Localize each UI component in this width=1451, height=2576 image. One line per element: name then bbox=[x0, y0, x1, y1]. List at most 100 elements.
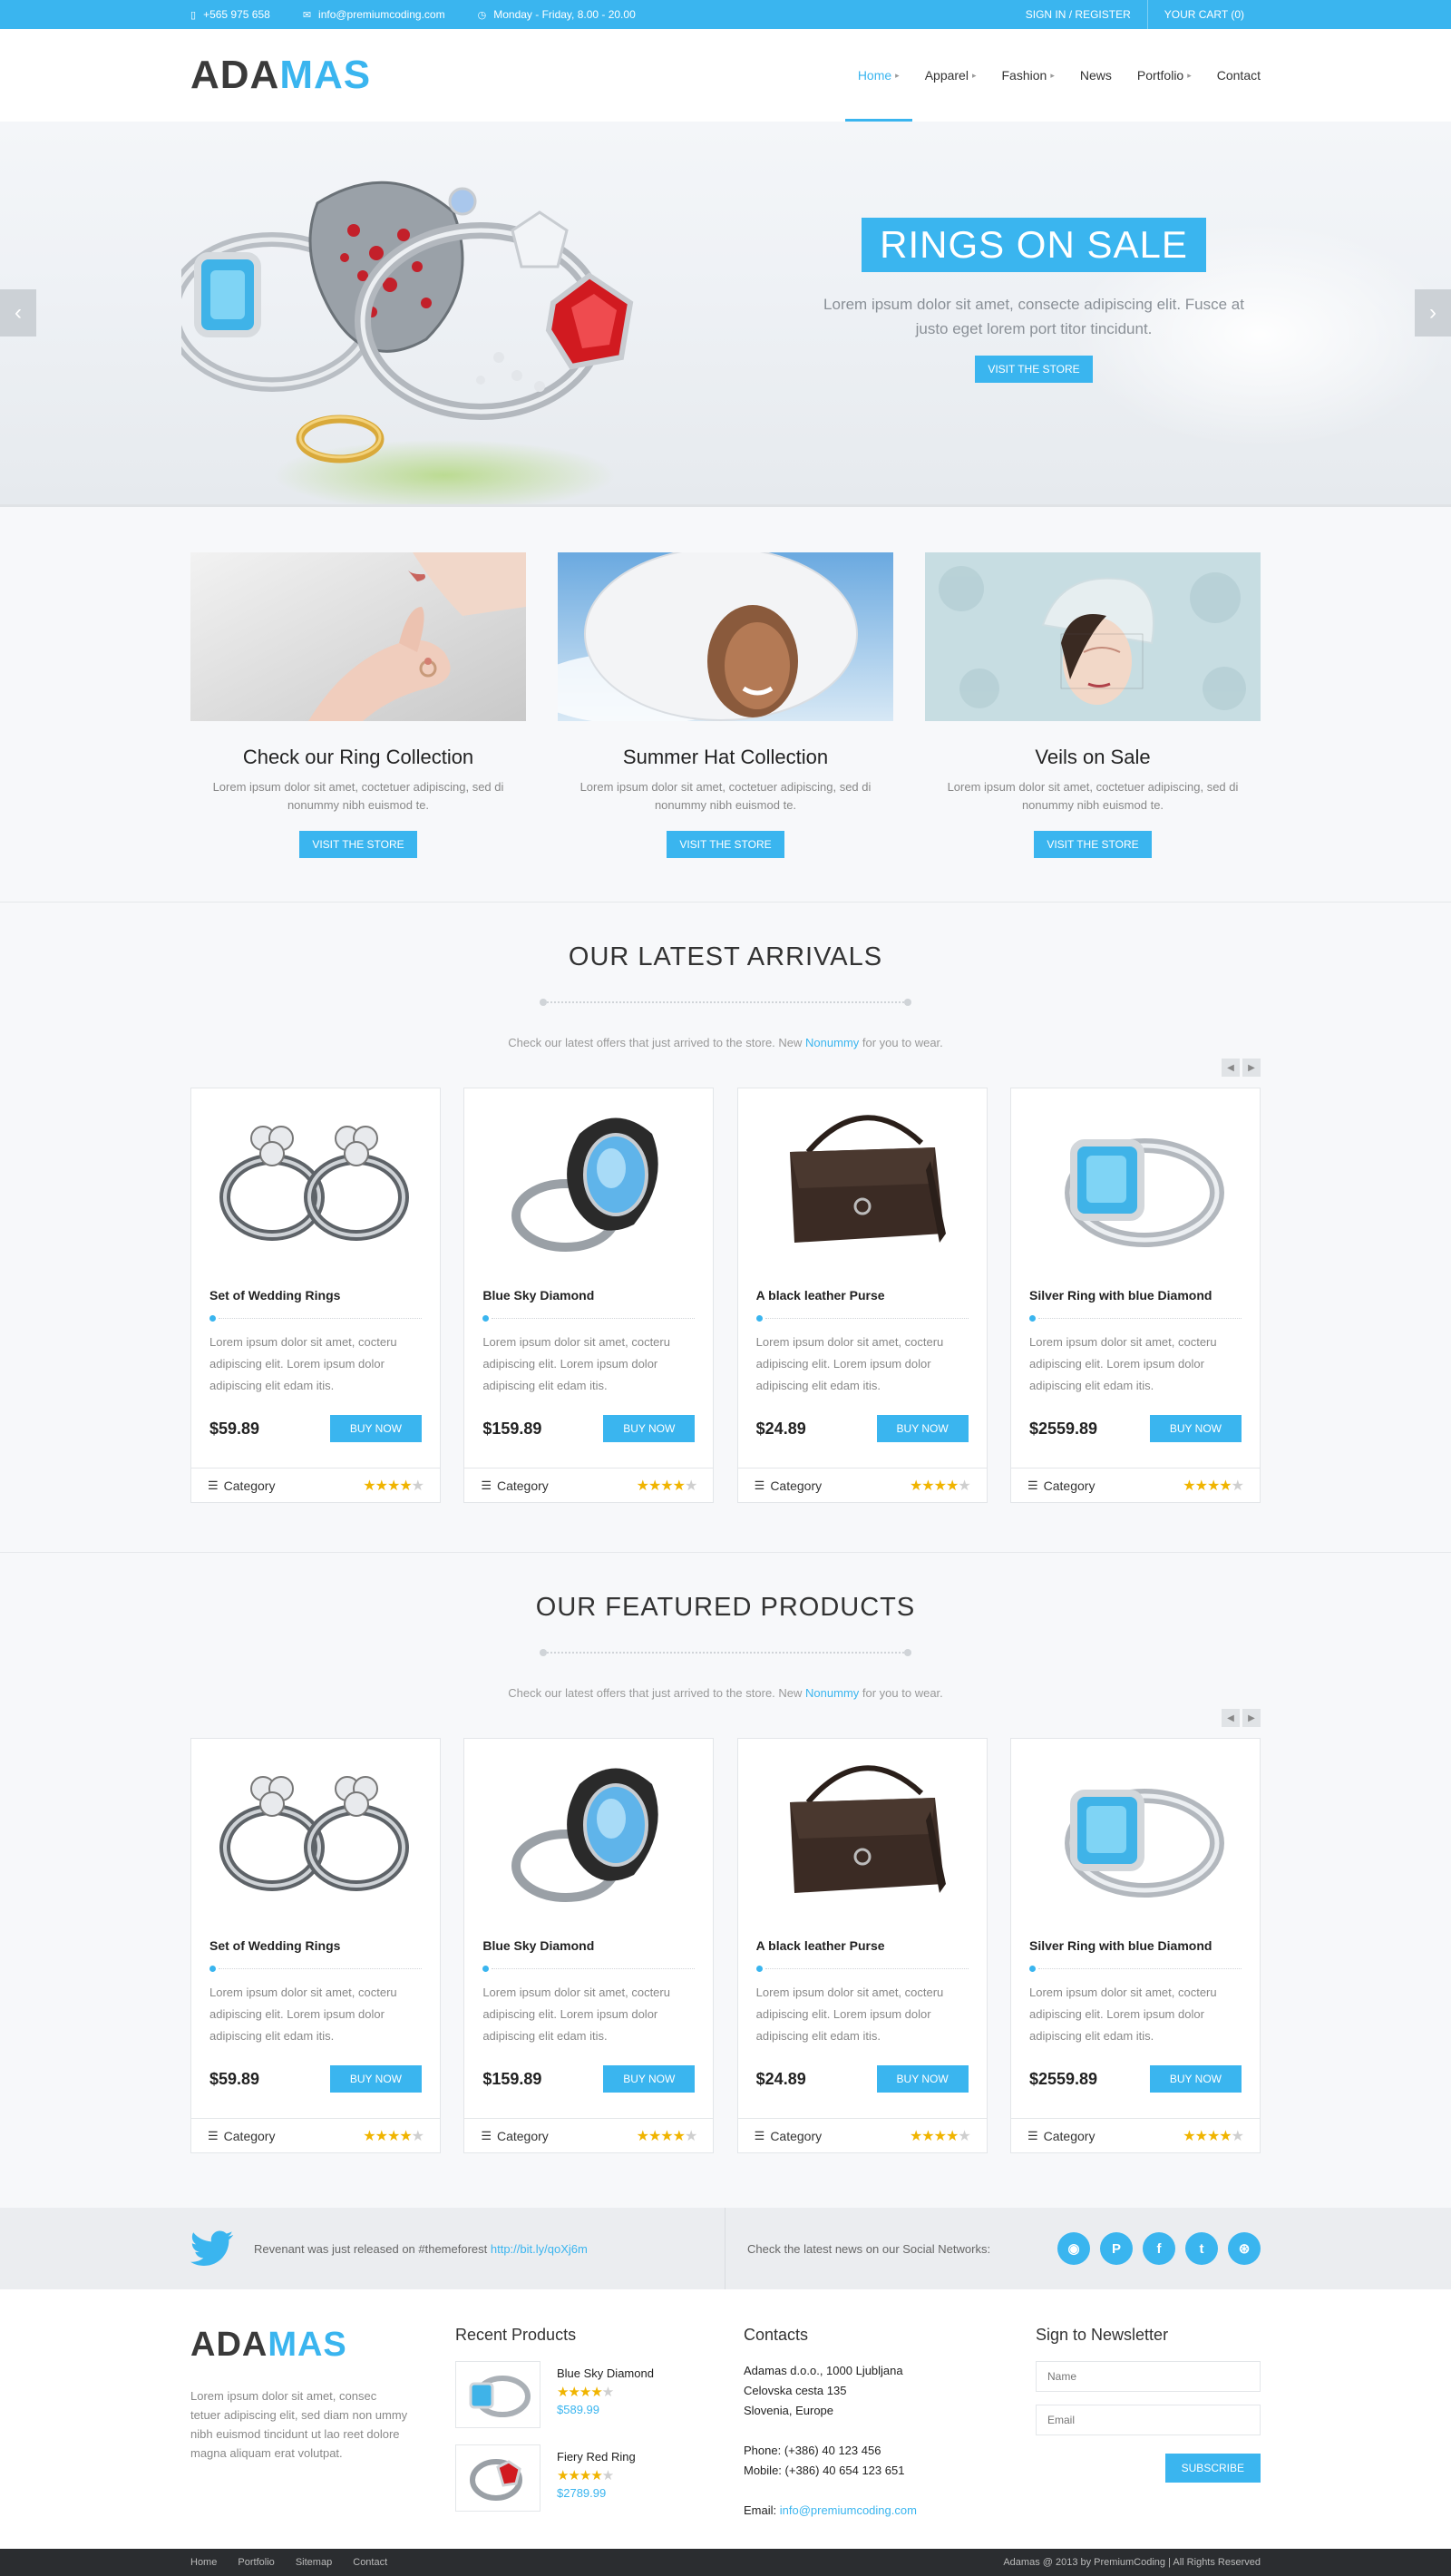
pinterest-icon[interactable]: P bbox=[1100, 2232, 1133, 2265]
product-image[interactable] bbox=[191, 1739, 440, 1920]
product-name[interactable]: Silver Ring with blue Diamond bbox=[1029, 1938, 1242, 1953]
newsletter-email-input[interactable] bbox=[1036, 2405, 1261, 2435]
product-name[interactable]: Blue Sky Diamond bbox=[482, 1288, 695, 1303]
signin-link[interactable]: SIGN IN / REGISTER bbox=[1009, 0, 1147, 29]
product-name[interactable]: A black leather Purse bbox=[756, 1288, 969, 1303]
product-category[interactable]: ☰ Category bbox=[208, 2129, 275, 2143]
facebook-icon[interactable]: f bbox=[1143, 2232, 1175, 2265]
rating-stars: ★★★★★ bbox=[636, 2128, 698, 2144]
buy-now-button[interactable]: BUY NOW bbox=[876, 2065, 969, 2093]
buy-now-button[interactable]: BUY NOW bbox=[1149, 2065, 1242, 2093]
nav-portfolio[interactable]: Portfolio ▸ bbox=[1125, 29, 1204, 122]
product-image[interactable] bbox=[464, 1739, 713, 1920]
recent-product-thumb bbox=[455, 2361, 540, 2428]
nav-home[interactable]: Home ▸ bbox=[844, 29, 912, 122]
dribbble-icon[interactable]: ⊛ bbox=[1228, 2232, 1261, 2265]
product-card[interactable]: Silver Ring with blue Diamond Lorem ipsum… bbox=[1009, 1738, 1261, 2153]
recent-product[interactable]: Fiery Red Ring ★★★★★ $2789.99 bbox=[455, 2444, 744, 2512]
product-category[interactable]: ☰ Category bbox=[208, 1478, 275, 1493]
slider-prev-arrow-icon[interactable]: ‹ bbox=[0, 289, 36, 337]
footer-link-portfolio[interactable]: Portfolio bbox=[238, 2557, 274, 2568]
promo-visit-store-button[interactable]: VISIT THE STORE bbox=[299, 831, 417, 858]
nav-news[interactable]: News bbox=[1067, 29, 1125, 122]
newsletter-name-input[interactable] bbox=[1036, 2361, 1261, 2392]
footer-logo[interactable]: ADAMAS bbox=[190, 2326, 455, 2365]
product-image[interactable] bbox=[1011, 1088, 1260, 1270]
footer-link-sitemap[interactable]: Sitemap bbox=[296, 2557, 332, 2568]
product-card[interactable]: Set of Wedding Rings Lorem ipsum dolor si… bbox=[190, 1738, 441, 2153]
promo-visit-store-button[interactable]: VISIT THE STORE bbox=[667, 831, 784, 858]
product-category[interactable]: ☰ Category bbox=[755, 1478, 822, 1493]
carousel-next-icon[interactable]: ▶ bbox=[1242, 1059, 1261, 1077]
nav-apparel[interactable]: Apparel ▸ bbox=[912, 29, 989, 122]
contact-address: Adamas d.o.o., 1000 Ljubljana Celovska c… bbox=[744, 2361, 1036, 2521]
product-card[interactable]: Silver Ring with blue Diamond Lorem ipsum… bbox=[1009, 1088, 1261, 1503]
nav-fashion[interactable]: Fashion ▸ bbox=[989, 29, 1067, 122]
cart-link[interactable]: YOUR CART (0) bbox=[1146, 0, 1261, 29]
buy-now-button[interactable]: BUY NOW bbox=[329, 1415, 422, 1442]
email-info[interactable]: ✉ info@premiumcoding.com bbox=[303, 8, 445, 21]
nonummy-link[interactable]: Nonummy bbox=[805, 1036, 859, 1049]
product-category[interactable]: ☰ Category bbox=[481, 2129, 548, 2143]
twitter-icon[interactable]: t bbox=[1185, 2232, 1218, 2265]
subscribe-button[interactable]: SUBSCRIBE bbox=[1164, 2454, 1261, 2483]
product-category[interactable]: ☰ Category bbox=[1027, 2129, 1095, 2143]
bottom-bar: Home Portfolio Sitemap Contact Adamas @ … bbox=[0, 2549, 1451, 2576]
nonummy-link[interactable]: Nonummy bbox=[805, 1686, 859, 1700]
product-card[interactable]: A black leather Purse Lorem ipsum dolor s… bbox=[736, 1088, 988, 1503]
carousel-prev-icon[interactable]: ◀ bbox=[1222, 1059, 1240, 1077]
nav-label: Fashion bbox=[1001, 68, 1047, 83]
product-card[interactable]: A black leather Purse Lorem ipsum dolor s… bbox=[736, 1738, 988, 2153]
product-category[interactable]: ☰ Category bbox=[481, 1478, 548, 1493]
product-image[interactable] bbox=[1011, 1739, 1260, 1920]
rating-stars: ★★★★★ bbox=[1183, 1478, 1244, 1494]
silver-ring-blue-diamond-image bbox=[1064, 1138, 1224, 1247]
hero-visit-store-button[interactable]: VISIT THE STORE bbox=[975, 356, 1093, 383]
phone-icon: ▯ bbox=[190, 9, 197, 21]
footer-link-home[interactable]: Home bbox=[190, 2557, 217, 2568]
product-name[interactable]: Silver Ring with blue Diamond bbox=[1029, 1288, 1242, 1303]
contacts-title: Contacts bbox=[744, 2326, 809, 2344]
promo-visit-store-button[interactable]: VISIT THE STORE bbox=[1034, 831, 1152, 858]
category-label: Category bbox=[770, 1478, 823, 1493]
social-text: Check the latest news on our Social Netw… bbox=[747, 2241, 991, 2256]
recent-product[interactable]: Blue Sky Diamond ★★★★★ $589.99 bbox=[455, 2361, 744, 2428]
product-image[interactable] bbox=[464, 1088, 713, 1270]
product-grid: Set of Wedding Rings Lorem ipsum dolor si… bbox=[190, 1738, 1261, 2153]
slider-next-arrow-icon[interactable]: › bbox=[1415, 289, 1451, 337]
list-icon: ☰ bbox=[481, 1478, 492, 1492]
product-card[interactable]: Set of Wedding Rings Lorem ipsum dolor si… bbox=[190, 1088, 441, 1503]
product-image[interactable] bbox=[191, 1088, 440, 1270]
product-category[interactable]: ☰ Category bbox=[755, 2129, 822, 2143]
product-image[interactable] bbox=[738, 1088, 987, 1270]
recent-product-name[interactable]: Blue Sky Diamond bbox=[557, 2366, 654, 2380]
product-name[interactable]: A black leather Purse bbox=[756, 1938, 969, 1953]
recent-product-name[interactable]: Fiery Red Ring bbox=[557, 2450, 636, 2464]
buy-now-button[interactable]: BUY NOW bbox=[603, 1415, 696, 1442]
tweet-link[interactable]: http://bit.ly/qoXj6m bbox=[491, 2242, 588, 2256]
buy-now-button[interactable]: BUY NOW bbox=[603, 2065, 696, 2093]
product-price: $59.89 bbox=[209, 2069, 260, 2088]
product-divider bbox=[209, 1966, 422, 1973]
product-divider bbox=[755, 1315, 969, 1322]
silver-ring-blue-diamond-image bbox=[1064, 1789, 1224, 1898]
buy-now-button[interactable]: BUY NOW bbox=[1149, 1415, 1242, 1442]
product-card[interactable]: Blue Sky Diamond Lorem ipsum dolor sit am… bbox=[463, 1738, 715, 2153]
footer-link-contact[interactable]: Contact bbox=[353, 2557, 387, 2568]
product-card[interactable]: Blue Sky Diamond Lorem ipsum dolor sit am… bbox=[463, 1088, 715, 1503]
carousel-next-icon[interactable]: ▶ bbox=[1242, 1709, 1261, 1727]
summer-hat-image bbox=[531, 547, 893, 725]
product-category[interactable]: ☰ Category bbox=[1027, 1478, 1095, 1493]
product-name[interactable]: Set of Wedding Rings bbox=[209, 1938, 422, 1953]
product-name[interactable]: Blue Sky Diamond bbox=[482, 1938, 695, 1953]
buy-now-button[interactable]: BUY NOW bbox=[329, 2065, 422, 2093]
carousel-prev-icon[interactable]: ◀ bbox=[1222, 1709, 1240, 1727]
category-label: Category bbox=[496, 1478, 549, 1493]
rss-icon[interactable]: ◉ bbox=[1057, 2232, 1090, 2265]
product-image[interactable] bbox=[738, 1739, 987, 1920]
contact-email-link[interactable]: info@premiumcoding.com bbox=[780, 2503, 917, 2517]
buy-now-button[interactable]: BUY NOW bbox=[876, 1415, 969, 1442]
product-name[interactable]: Set of Wedding Rings bbox=[209, 1288, 422, 1303]
nav-contact[interactable]: Contact bbox=[1204, 29, 1261, 122]
logo[interactable]: ADAMAS bbox=[190, 53, 371, 98]
